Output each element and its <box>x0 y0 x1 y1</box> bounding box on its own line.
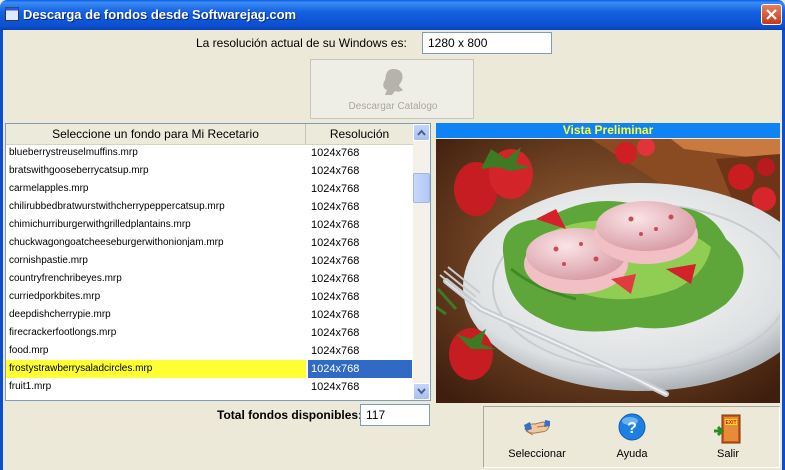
item-resolution: 1024x768 <box>311 273 360 285</box>
select-button[interactable]: Seleccionar <box>489 407 585 467</box>
exit-button-label: Salir <box>716 448 739 460</box>
item-name: firecrackerfootlongs.mrp <box>9 327 117 338</box>
item-name: chuckwagongoatcheeseburgerwithonionjam.m… <box>9 237 224 248</box>
list-item[interactable]: curriedporkbites.mrp 1024x768 <box>6 288 413 306</box>
item-name: fruit1.mrp <box>9 381 52 392</box>
list-item[interactable]: firecrackerfootlongs.mrp 1024x768 <box>6 324 413 342</box>
item-name: countryfrenchribeyes.mrp <box>9 273 122 284</box>
item-resolution: 1024x768 <box>308 360 412 378</box>
scroll-up-button[interactable] <box>413 124 430 141</box>
list-item[interactable]: deepdishcherrypie.mrp 1024x768 <box>6 306 413 324</box>
item-resolution: 1024x768 <box>311 381 360 393</box>
item-name: blueberrystreuselmuffins.mrp <box>9 147 138 158</box>
item-resolution: 1024x768 <box>311 147 360 159</box>
preview-image <box>436 139 780 403</box>
item-resolution: 1024x768 <box>311 219 360 231</box>
download-catalog-label: Descargar Catalogo <box>348 101 438 112</box>
total-wallpapers-field[interactable]: 117 <box>360 404 430 426</box>
preview-title: Vista Preliminar <box>436 123 780 138</box>
exit-button[interactable]: EXIT Salir <box>680 407 776 467</box>
help-button-label: Ayuda <box>616 448 648 460</box>
item-name: curriedporkbites.mrp <box>9 291 101 302</box>
download-catalog-icon <box>383 69 403 95</box>
total-wallpapers-label: Total fondos disponibles: <box>217 408 363 422</box>
resolution-label: La resolución actual de su Windows es: <box>196 36 407 50</box>
item-name: cornishpastie.mrp <box>9 255 88 266</box>
chevron-up-icon <box>417 129 426 136</box>
item-resolution: 1024x768 <box>311 165 360 177</box>
item-resolution: 1024x768 <box>311 183 360 195</box>
item-name: bratswithgooseberrycatsup.mrp <box>9 165 149 176</box>
help-button[interactable]: ? Ayuda <box>584 407 680 467</box>
list-item[interactable]: cornishpastie.mrp 1024x768 <box>6 252 413 270</box>
handshake-icon <box>524 420 550 436</box>
list-item[interactable]: chuckwagongoatcheeseburgerwithonionjam.m… <box>6 234 413 252</box>
list-item[interactable]: chilirubbedbratwurstwithcherrypeppercats… <box>6 198 413 216</box>
download-catalog-button[interactable]: Descargar Catalogo <box>310 59 474 119</box>
item-resolution: 1024x768 <box>311 237 360 249</box>
list-item[interactable]: chimichurriburgerwithgrilledplantains.mr… <box>6 216 413 234</box>
item-resolution: 1024x768 <box>311 291 360 303</box>
exit-door-icon: EXIT <box>714 414 741 444</box>
list-rows: blueberrystreuselmuffins.mrp 1024x768 bra… <box>6 144 413 396</box>
column-header-resolution[interactable]: Resolución <box>306 124 413 144</box>
list-item[interactable]: food.mrp 1024x768 <box>6 342 413 360</box>
close-icon <box>766 9 777 20</box>
list-scrollbar[interactable] <box>413 124 430 400</box>
scroll-down-button[interactable] <box>413 383 430 400</box>
action-button-panel: Seleccionar ? Ayuda EXIT Salir <box>483 406 780 468</box>
list-item[interactable]: carmelapples.mrp 1024x768 <box>6 180 413 198</box>
app-window-icon <box>5 7 19 21</box>
item-resolution: 1024x768 <box>311 255 360 267</box>
item-name: frostystrawberrysaladcircles.mrp <box>6 360 306 378</box>
item-resolution: 1024x768 <box>311 309 360 321</box>
item-name: deepdishcherrypie.mrp <box>9 309 111 320</box>
svg-text:EXIT: EXIT <box>725 420 736 426</box>
select-button-label: Seleccionar <box>508 448 566 460</box>
item-name: carmelapples.mrp <box>9 183 89 194</box>
list-item[interactable]: bratswithgooseberrycatsup.mrp 1024x768 <box>6 162 413 180</box>
item-resolution: 1024x768 <box>311 327 360 339</box>
list-item[interactable]: countryfrenchribeyes.mrp 1024x768 <box>6 270 413 288</box>
item-resolution: 1024x768 <box>311 201 360 213</box>
title-bar: Descarga de fondos desde Softwarejag.com <box>0 0 785 30</box>
help-icon: ? <box>618 413 646 441</box>
list-item[interactable]: blueberrystreuselmuffins.mrp 1024x768 <box>6 144 413 162</box>
chevron-down-icon <box>417 388 426 395</box>
wallpaper-list[interactable]: Seleccione un fondo para Mi Recetario Re… <box>5 123 431 401</box>
item-resolution: 1024x768 <box>311 345 360 357</box>
window-title: Descarga de fondos desde Softwarejag.com <box>23 7 297 22</box>
scroll-thumb[interactable] <box>413 173 430 203</box>
resolution-field[interactable]: 1280 x 800 <box>422 32 552 54</box>
list-item[interactable]: fruit1.mrp 1024x768 <box>6 378 413 396</box>
list-header: Seleccione un fondo para Mi Recetario Re… <box>6 124 413 145</box>
item-name: chimichurriburgerwithgrilledplantains.mr… <box>9 219 191 230</box>
list-item-selected[interactable]: frostystrawberrysaladcircles.mrp 1024x768 <box>6 360 413 378</box>
close-button[interactable] <box>761 4 782 25</box>
item-name: food.mrp <box>9 345 49 356</box>
column-header-name[interactable]: Seleccione un fondo para Mi Recetario <box>6 124 306 144</box>
svg-text:?: ? <box>627 420 637 437</box>
item-name: chilirubbedbratwurstwithcherrypeppercats… <box>9 201 225 212</box>
window-border-left <box>0 30 3 470</box>
